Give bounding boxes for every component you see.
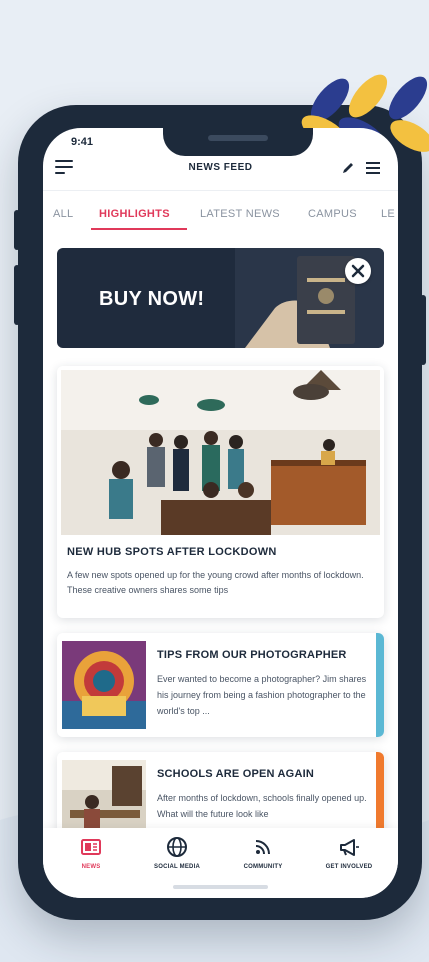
nav-label: COMMUNITY <box>243 864 283 870</box>
article-row[interactable]: TIPS FROM OUR PHOTOGRAPHER Ever wanted t… <box>57 633 384 737</box>
top-bar: NEWS FEED <box>43 154 398 188</box>
notch <box>163 128 313 156</box>
tab-campus[interactable]: CAMPUS <box>308 208 357 220</box>
nav-label: GET INVOLVED <box>325 864 373 870</box>
phone-screen: 9:41 NEWS FEED ALL HIGHLIGHTS LATEST NEW… <box>43 128 398 898</box>
nav-community[interactable]: COMMUNITY <box>223 836 303 870</box>
nav-news[interactable]: NEWS <box>51 836 131 870</box>
article-title: TIPS FROM OUR PHOTOGRAPHER <box>157 649 347 661</box>
volume-down-button <box>14 265 20 325</box>
close-banner-button[interactable] <box>345 258 371 284</box>
article-summary: Ever wanted to become a photographer? Ji… <box>157 674 367 716</box>
globe-icon <box>167 837 187 857</box>
feature-summary: A few new spots opened up for the young … <box>67 570 364 595</box>
nav-label: NEWS <box>81 864 101 870</box>
tab-all[interactable]: ALL <box>53 208 73 220</box>
speaker <box>208 135 268 141</box>
art-thumbnail <box>62 641 146 729</box>
buy-now-banner[interactable]: BUY NOW! <box>57 248 384 348</box>
active-tab-indicator <box>91 228 187 230</box>
tab-highlights[interactable]: HIGHLIGHTS <box>99 208 170 220</box>
list-menu-icon[interactable] <box>366 162 380 174</box>
megaphone-icon <box>340 839 359 856</box>
home-indicator <box>173 885 268 889</box>
article-summary: After months of lockdown, schools finall… <box>157 793 367 819</box>
banner-label: BUY NOW! <box>99 288 205 310</box>
article-accent-bar <box>376 633 384 737</box>
header-divider <box>43 190 398 191</box>
news-icon <box>81 839 101 855</box>
tab-more[interactable]: LE <box>381 208 395 220</box>
article-title: SCHOOLS ARE OPEN AGAIN <box>157 768 314 780</box>
feature-article-card[interactable]: NEW HUB SPOTS AFTER LOCKDOWN A few new s… <box>57 366 384 618</box>
tab-latest-news[interactable]: LATEST NEWS <box>200 208 280 220</box>
rss-icon <box>255 840 270 855</box>
nav-get-involved[interactable]: GET INVOLVED <box>309 836 389 870</box>
power-button <box>420 295 426 365</box>
close-icon <box>351 264 365 278</box>
nav-social-media[interactable]: SOCIAL MEDIA <box>137 836 217 870</box>
feature-title: NEW HUB SPOTS AFTER LOCKDOWN <box>67 546 277 558</box>
volume-up-button <box>14 210 20 250</box>
pencil-icon[interactable] <box>340 160 356 176</box>
nav-label: SOCIAL MEDIA <box>154 864 200 870</box>
status-time: 9:41 <box>71 136 94 148</box>
cafe-photo <box>61 370 380 535</box>
